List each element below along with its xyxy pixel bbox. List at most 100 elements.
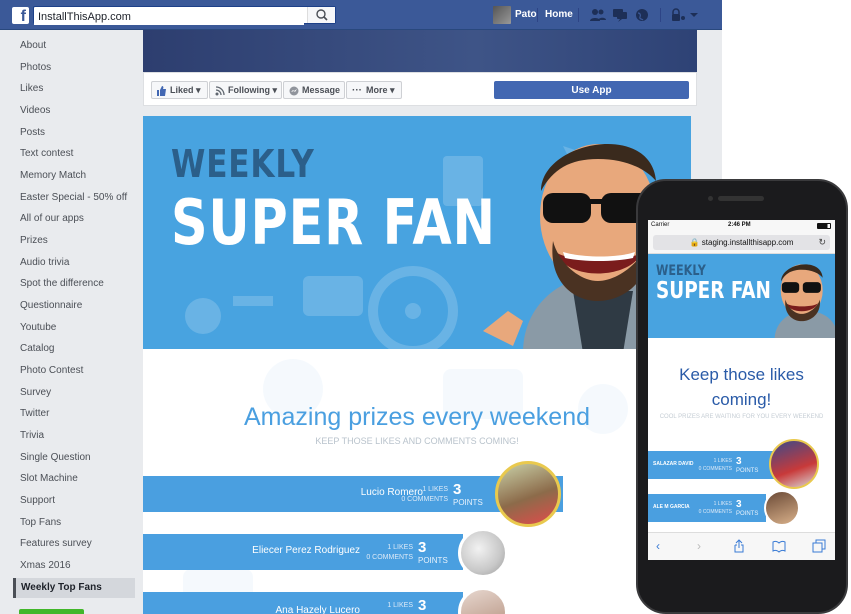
divider xyxy=(578,8,579,22)
divider xyxy=(537,8,538,22)
battery-icon xyxy=(817,223,831,229)
sidebar-item-twitter[interactable]: Twitter xyxy=(20,406,49,422)
fan-stats: 1 LIKES 0 COMMENTS xyxy=(366,544,413,561)
fan-points: 3 xyxy=(736,499,742,510)
url-field[interactable]: 🔒 staging.installthisapp.com xyxy=(653,235,830,250)
sidebar-item-memory-match[interactable]: Memory Match xyxy=(20,168,86,184)
phone-banner: WEEKLY SUPER FAN xyxy=(648,254,835,338)
clock: 2:46 PM xyxy=(728,222,751,228)
fan-avatar[interactable] xyxy=(495,461,561,527)
create-button[interactable] xyxy=(19,609,84,614)
sidebar-item-videos[interactable]: Videos xyxy=(20,103,50,119)
tabs-icon[interactable] xyxy=(812,539,826,553)
banner-title-super-fan: SUPER FAN xyxy=(171,186,496,259)
use-app-button[interactable]: Use App xyxy=(494,81,689,99)
more-dots-icon: ··· xyxy=(352,85,362,96)
fan-points-label: POINTS xyxy=(453,498,483,507)
facebook-logo-icon[interactable]: f xyxy=(12,7,29,24)
following-button[interactable]: Following ▾ xyxy=(209,81,282,99)
forward-icon[interactable]: › xyxy=(692,539,706,553)
phone-address-bar: 🔒 staging.installthisapp.com ↻ xyxy=(648,232,835,254)
search-input[interactable] xyxy=(34,9,304,25)
sidebar-item-easter-special[interactable]: Easter Special - 50% off xyxy=(20,190,127,206)
message-button[interactable]: Message xyxy=(283,81,345,99)
sidebar-item-questionnaire[interactable]: Questionnaire xyxy=(20,298,82,314)
search-icon[interactable] xyxy=(307,7,335,23)
fan-row[interactable]: Eliecer Perez Rodriguez 1 LIKES 0 COMMEN… xyxy=(143,534,463,570)
app-content: WEEKLY SUPER FAN Amazing prizes every we… xyxy=(143,116,691,614)
fan-stats: 1 LIKES 0 COMMENTS xyxy=(401,486,448,503)
back-icon[interactable]: ‹ xyxy=(651,539,665,553)
sidebar-item-slot-machine[interactable]: Slot Machine xyxy=(20,471,78,487)
fan-stats: 1 LIKES 0 COMMENTS xyxy=(698,501,732,515)
sidebar-item-single-question[interactable]: Single Question xyxy=(20,450,91,466)
thumbs-up-icon xyxy=(157,85,167,96)
prizes-subline: KEEP THOSE LIKES AND COMMENTS COMING! xyxy=(315,436,519,446)
fan-points: 3 xyxy=(418,597,427,614)
sidebar-item-photo-contest[interactable]: Photo Contest xyxy=(20,363,83,379)
sidebar-item-posts[interactable]: Posts xyxy=(20,125,45,141)
fan-avatar[interactable] xyxy=(769,439,819,489)
sidebar-item-spot-difference[interactable]: Spot the difference xyxy=(20,276,104,292)
avatar[interactable] xyxy=(493,6,511,24)
sidebar-item-audio-trivia[interactable]: Audio trivia xyxy=(20,255,69,271)
sidebar-item-prizes[interactable]: Prizes xyxy=(20,233,48,249)
sidebar-item-likes[interactable]: Likes xyxy=(20,81,43,97)
phone-fan-row[interactable]: SALAZAR DAVID 1 LIKES 0 COMMENTS 3 POINT… xyxy=(648,451,778,479)
fan-avatar[interactable] xyxy=(458,528,508,578)
share-icon[interactable] xyxy=(732,539,746,553)
sidebar-item-photos[interactable]: Photos xyxy=(20,60,51,76)
fan-points-label: POINTS xyxy=(736,511,759,517)
bookmarks-icon[interactable] xyxy=(772,539,786,553)
liked-button[interactable]: Liked ▾ xyxy=(151,81,208,99)
phone-speaker xyxy=(718,196,764,201)
screenshot: f Pato Home About Photos xyxy=(0,0,851,614)
sidebar-item-catalog[interactable]: Catalog xyxy=(20,341,54,357)
fan-points: 3 xyxy=(736,456,742,467)
phone-camera xyxy=(708,196,713,201)
friend-requests-icon[interactable] xyxy=(590,8,606,22)
sidebar-item-weekly-top-fans[interactable]: Weekly Top Fans xyxy=(13,578,135,598)
phone-fan-row[interactable]: ALE M GARCIA 1 LIKES 0 COMMENTS 3 POINTS xyxy=(648,494,766,522)
banner-title-weekly: WEEKLY xyxy=(171,142,315,186)
fan-stats: 1 LIKES 0 COMMENTS xyxy=(698,458,732,472)
sidebar-item-youtube[interactable]: Youtube xyxy=(20,320,56,336)
cover-photo xyxy=(143,30,697,72)
fan-name: Ana Hazely Lucero xyxy=(275,605,361,614)
fan-name: ALE M GARCIA xyxy=(653,504,690,510)
sidebar-item-xmas-2016[interactable]: Xmas 2016 xyxy=(20,558,71,574)
sidebar-item-top-fans[interactable]: Top Fans xyxy=(20,515,61,531)
sidebar-item-all-apps[interactable]: All of our apps xyxy=(20,211,84,227)
fan-name: SALAZAR DAVID xyxy=(653,461,694,467)
sidebar-item-trivia[interactable]: Trivia xyxy=(20,428,44,444)
fan-points: 3 xyxy=(453,481,462,498)
messenger-icon xyxy=(289,85,299,96)
sidebar-item-text-contest[interactable]: Text contest xyxy=(20,146,73,162)
profile-link[interactable]: Pato xyxy=(515,9,537,20)
sidebar-item-support[interactable]: Support xyxy=(20,493,55,509)
reload-icon[interactable]: ↻ xyxy=(818,237,826,248)
weekly-super-fan-banner: WEEKLY SUPER FAN xyxy=(143,116,691,349)
home-link[interactable]: Home xyxy=(545,9,573,20)
phone-status-bar: Carrier 2:46 PM xyxy=(648,220,835,232)
globe-icon[interactable] xyxy=(634,8,650,22)
phone-subline: COOL PRIZES ARE WAITING FOR YOU EVERY WE… xyxy=(659,414,824,420)
phone-banner-weekly: WEEKLY xyxy=(656,263,706,279)
fan-points-label: POINTS xyxy=(736,468,759,474)
fan-row[interactable]: Ana Hazely Lucero 1 LIKES 3 xyxy=(143,592,463,614)
fan-avatar[interactable] xyxy=(764,490,800,526)
chevron-down-icon[interactable] xyxy=(688,8,704,22)
fan-points-label: POINTS xyxy=(418,556,448,565)
messages-icon[interactable] xyxy=(612,8,628,22)
sidebar-item-about[interactable]: About xyxy=(20,38,46,54)
rss-icon xyxy=(215,85,225,96)
sidebar-item-features-survey[interactable]: Features survey xyxy=(20,536,92,552)
phone-mascot-illustration xyxy=(774,264,835,338)
search-box[interactable] xyxy=(33,6,336,25)
phone-browser-toolbar: ‹ › xyxy=(648,532,835,560)
more-button[interactable]: ··· More ▾ xyxy=(346,81,402,99)
phone-headline: Keep those likes coming! xyxy=(679,365,804,409)
facebook-top-bar: f Pato Home xyxy=(0,0,722,30)
sidebar-item-survey[interactable]: Survey xyxy=(20,385,51,401)
privacy-shortcuts-icon[interactable] xyxy=(670,8,686,22)
